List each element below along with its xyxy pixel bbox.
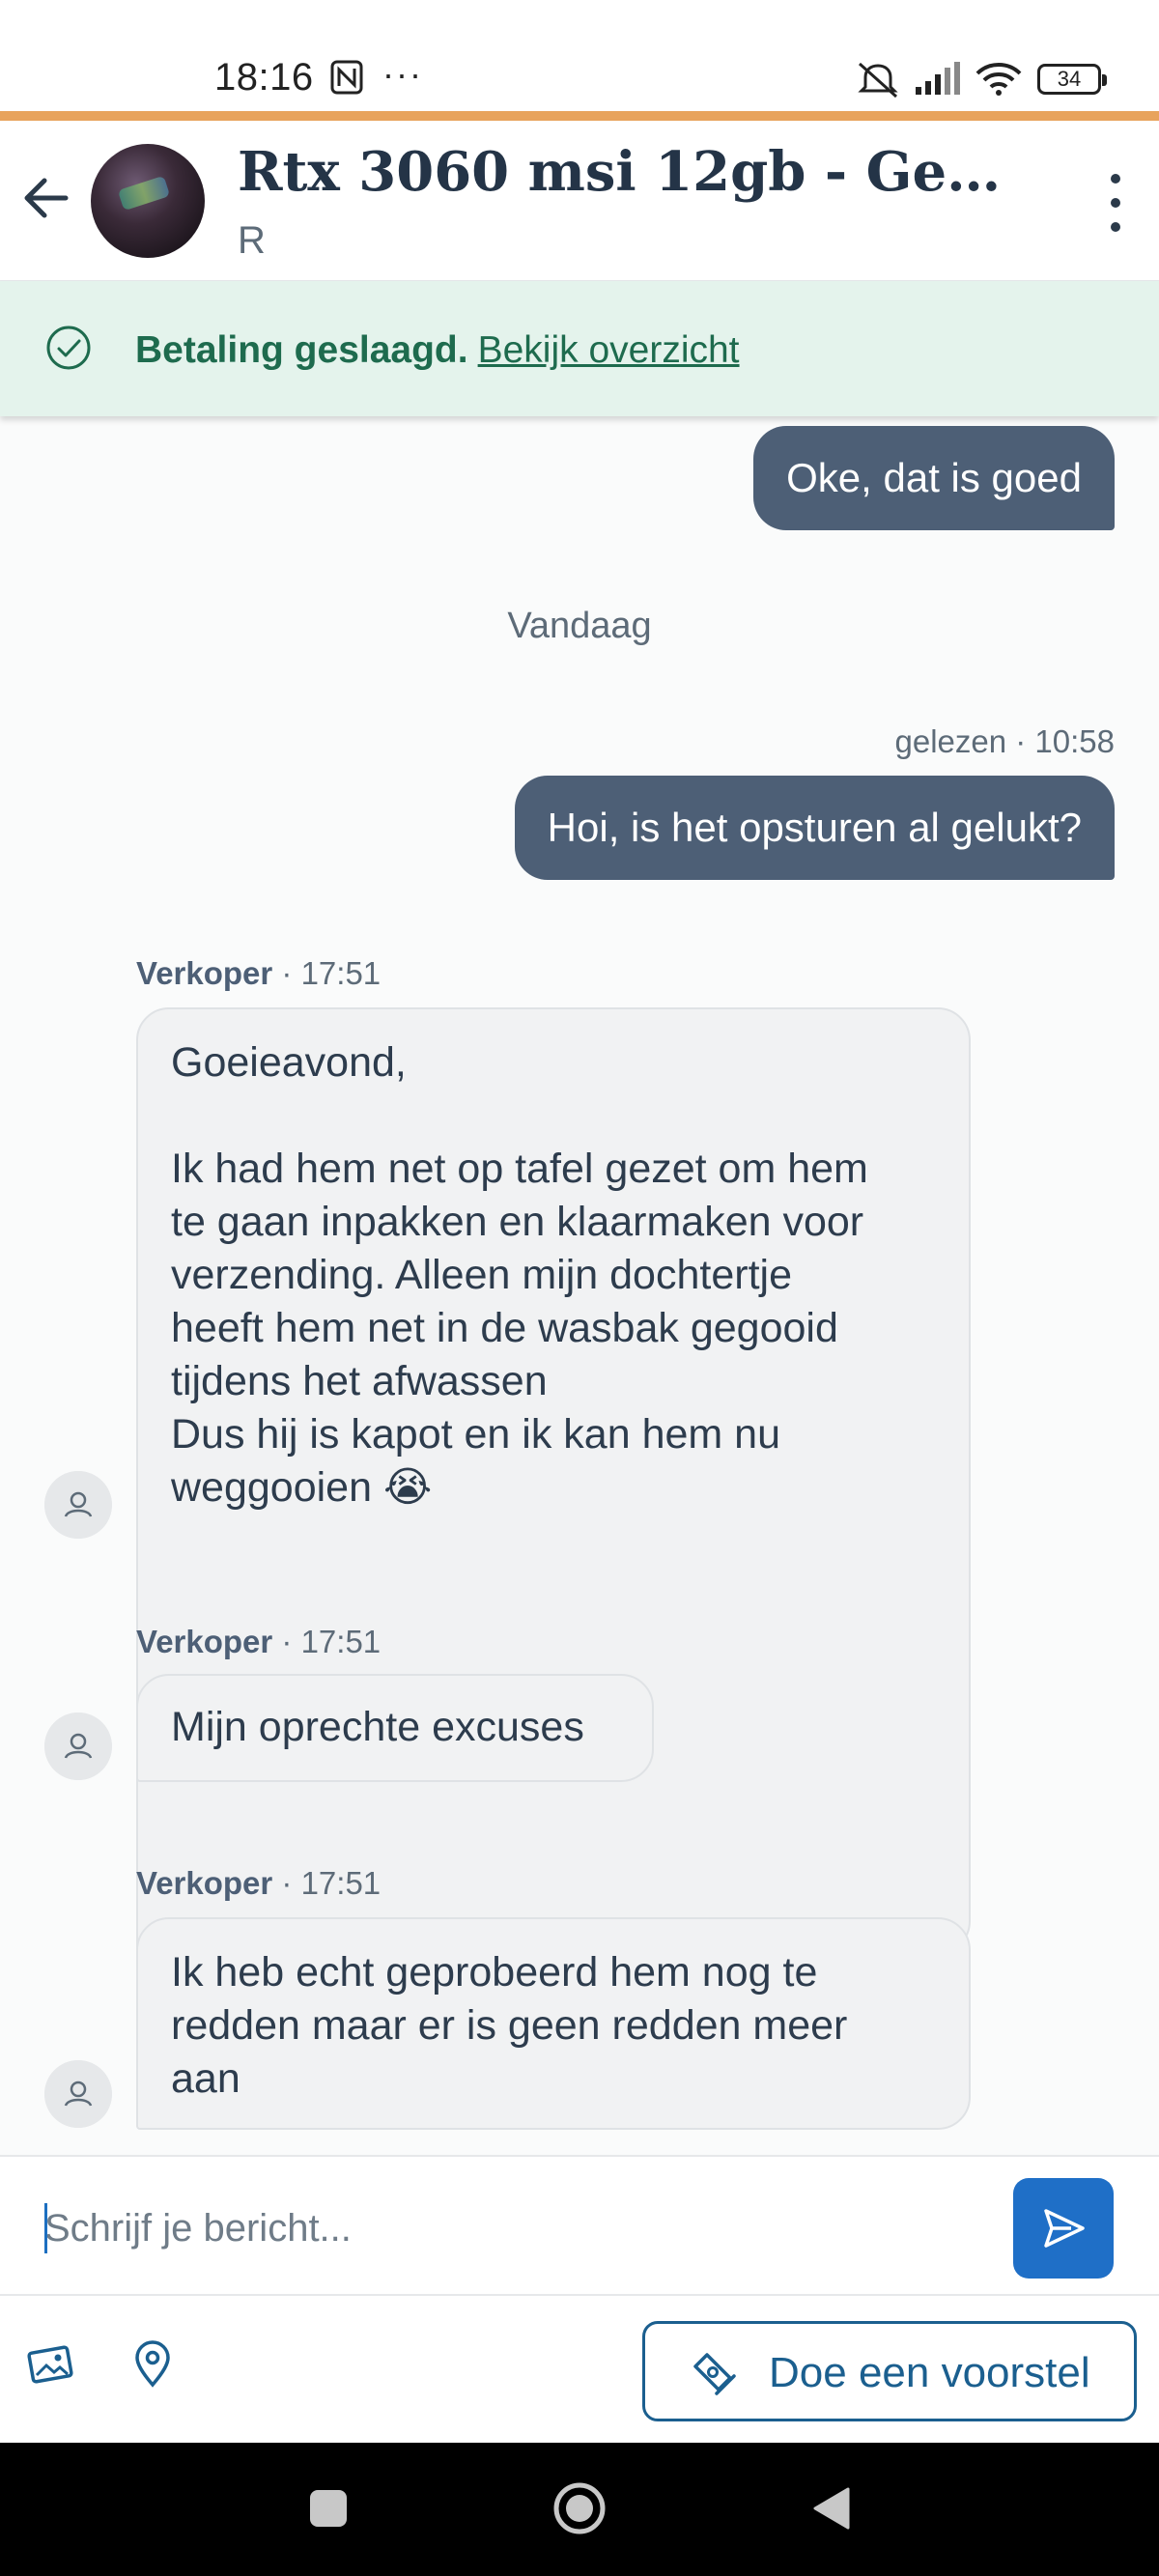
incoming-message[interactable]: Ik heb echt geprobeerd hem nog te redden… — [136, 1917, 971, 2130]
message-input[interactable] — [42, 2194, 974, 2263]
outgoing-message[interactable]: Hoi, is het opsturen al gelukt? — [514, 776, 1115, 880]
message-meta: Verkoper · 17:51 — [136, 1865, 381, 1902]
incoming-message[interactable]: Mijn oprechte excuses — [136, 1674, 654, 1782]
message-meta: Verkoper · 17:51 — [136, 955, 381, 992]
home-icon[interactable] — [552, 2481, 607, 2535]
message-text: Ik heb echt geprobeerd hem nog te redden… — [171, 1949, 848, 2102]
message-text: Goeieavond, Ik had hem net op tafel geze… — [171, 1039, 868, 1511]
read-receipt: gelezen · 10:58 — [894, 723, 1115, 759]
mute-icon — [858, 62, 898, 99]
message-composer — [0, 2155, 1159, 2296]
battery-indicator: 34 — [1037, 64, 1107, 95]
seller-avatar-icon[interactable] — [44, 2060, 112, 2128]
status-time: 18:16 — [214, 56, 314, 99]
location-pin-icon[interactable] — [126, 2336, 180, 2391]
more-options-icon[interactable] — [1101, 169, 1130, 237]
message-time: · 17:51 — [281, 955, 382, 991]
status-bar: 18:16 ··· 34 — [0, 0, 1159, 111]
day-separator: Vandaag — [507, 606, 652, 646]
signal-icon — [916, 62, 960, 95]
wifi-icon — [975, 63, 1022, 96]
seller-initial: R — [238, 219, 266, 262]
message-time: · 17:51 — [281, 1865, 382, 1901]
system-navigation-bar — [0, 2443, 1159, 2576]
sender-name: Verkoper — [136, 1624, 273, 1659]
message-text: Mijn oprechte excuses — [171, 1704, 584, 1750]
seller-avatar-icon[interactable] — [44, 1713, 112, 1780]
message-list[interactable]: Oke, dat is goed Vandaag gelezen · 10:58… — [0, 416, 1159, 2155]
message-meta: Verkoper · 17:51 — [136, 1624, 381, 1660]
payment-status-text: Betaling geslaagd. — [135, 329, 468, 371]
photo-gallery-icon[interactable] — [25, 2336, 79, 2391]
offer-hand-icon — [693, 2353, 736, 2395]
sender-name: Verkoper — [136, 1865, 273, 1901]
listing-title[interactable]: Rtx 3060 msi 12gb - Gereserv... — [238, 140, 1010, 204]
check-circle-icon — [46, 326, 91, 370]
back-arrow-icon[interactable] — [17, 169, 75, 227]
send-icon — [1044, 2209, 1085, 2248]
back-nav-icon[interactable] — [806, 2481, 860, 2535]
make-offer-button[interactable]: Doe een voorstel — [642, 2321, 1137, 2421]
chat-header: Rtx 3060 msi 12gb - Gereserv... R — [0, 121, 1159, 282]
payment-success-banner: Betaling geslaagd. Bekijk overzicht — [0, 281, 1159, 416]
incoming-message[interactable]: Goeieavond, Ik had hem net op tafel geze… — [136, 1007, 971, 1954]
seller-avatar-icon[interactable] — [44, 1471, 112, 1539]
make-offer-label: Doe een voorstel — [769, 2349, 1090, 2396]
send-button[interactable] — [1013, 2178, 1114, 2279]
product-thumbnail[interactable] — [91, 144, 205, 258]
composer-toolbar: Doe een voorstel — [0, 2294, 1159, 2445]
view-overview-link[interactable]: Bekijk overzicht — [478, 329, 740, 371]
sender-name: Verkoper — [136, 955, 273, 991]
outgoing-message[interactable]: Oke, dat is goed — [753, 426, 1115, 530]
recent-apps-icon[interactable] — [301, 2481, 355, 2535]
accent-divider — [0, 111, 1159, 121]
text-caret — [44, 2203, 47, 2253]
status-more-dots: ··· — [382, 54, 423, 94]
nfc-icon — [330, 60, 363, 95]
message-time: · 17:51 — [281, 1624, 382, 1659]
